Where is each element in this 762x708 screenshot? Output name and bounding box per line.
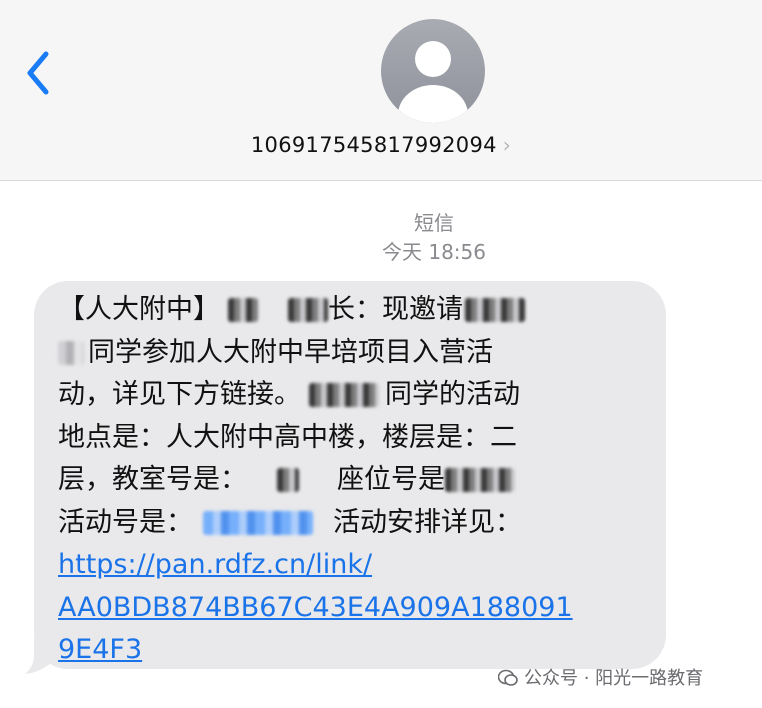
- message-link[interactable]: AA0BDB874BB67C43E4A909A188091: [58, 587, 658, 630]
- message-segment: 动，详见下方链接。: [58, 379, 301, 410]
- message-segment: 层，教室号是：: [58, 464, 247, 495]
- chevron-left-icon: [27, 51, 49, 95]
- redacted-block: [445, 468, 515, 492]
- message-segment: 长：现邀请: [328, 294, 463, 325]
- message-segment: 座位号是: [337, 464, 445, 495]
- message-segment: 活动号是：: [58, 506, 193, 538]
- message-link[interactable]: https://pan.rdfz.cn/link/: [58, 544, 658, 587]
- redacted-block: [465, 298, 525, 322]
- message-segment: 地点是：人大附中高中楼，楼层是：二: [58, 421, 517, 453]
- wechat-icon: [498, 669, 518, 686]
- service-label: 短信: [414, 211, 454, 235]
- message-segment: 活动安排详见：: [333, 506, 522, 538]
- message-segment: 【人大附中】: [58, 294, 220, 325]
- redacted-block: [277, 468, 299, 492]
- message-segment: 同学参加人大附中早培项目入营活: [88, 336, 493, 368]
- message-line: 地点是：人大附中高中楼，楼层是：二: [58, 417, 658, 460]
- message-timestamp: 今天 18:56: [382, 240, 486, 264]
- watermark-text: 公众号 · 阳光一路教育: [524, 668, 704, 689]
- contact-avatar[interactable]: [381, 19, 485, 123]
- watermark: 公众号 · 阳光一路教育: [498, 664, 703, 690]
- message-line: 【人大附中】 长：现邀请: [58, 289, 658, 332]
- message-line: 层，教室号是： 座位号是: [58, 459, 658, 502]
- conversation-header: 106917545817992094 ›: [0, 0, 762, 181]
- message-line: 同学参加人大附中早培项目入营活: [58, 332, 658, 375]
- contact-number: 106917545817992094: [250, 133, 497, 157]
- avatar-head-shape: [415, 41, 451, 77]
- avatar-body-shape: [398, 85, 468, 123]
- chevron-right-icon: ›: [502, 133, 512, 157]
- back-button[interactable]: [20, 48, 60, 104]
- message-line: 活动号是： 活动安排详见：: [58, 502, 658, 545]
- message-line: 动，详见下方链接。 同学的活动: [58, 374, 658, 417]
- message-text: 【人大附中】 长：现邀请 同学参加人大附中早培项目入营活 动，详见下方链接。 同学的…: [58, 289, 658, 672]
- redacted-block: [228, 298, 258, 322]
- redacted-block: [203, 510, 313, 535]
- redacted-block: [309, 383, 379, 407]
- contact-name-button[interactable]: 106917545817992094 ›: [0, 133, 762, 157]
- redacted-block: [58, 340, 84, 365]
- message-segment: 同学的活动: [385, 379, 520, 410]
- redacted-block: [288, 298, 328, 322]
